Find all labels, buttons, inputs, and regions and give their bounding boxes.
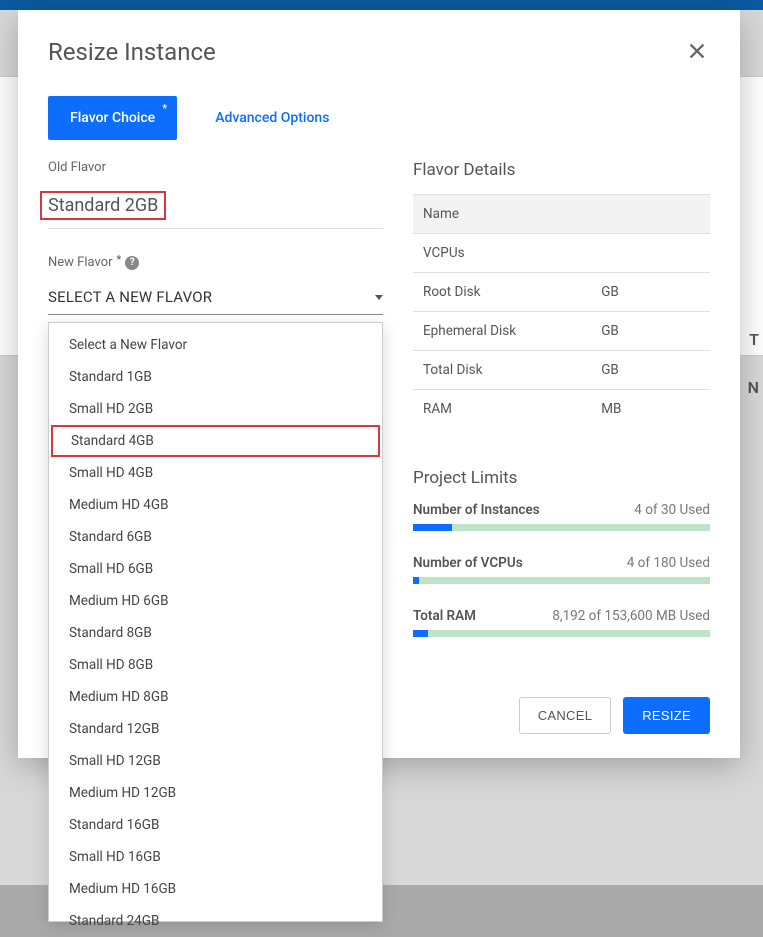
details-label: VCPUs xyxy=(413,234,591,273)
new-flavor-label: New Flavor * ? xyxy=(48,255,383,270)
modal-footer: CANCEL RESIZE xyxy=(413,697,710,734)
tab-advanced-options[interactable]: Advanced Options xyxy=(193,96,351,140)
project-limits-section: Project Limits Number of Instances 4 of 3… xyxy=(413,468,710,637)
dropdown-item[interactable]: Small HD 6GB xyxy=(49,553,382,585)
dropdown-item[interactable]: Medium HD 8GB xyxy=(49,681,382,713)
dropdown-item[interactable]: Standard 8GB xyxy=(49,617,382,649)
details-value: GB xyxy=(591,312,710,351)
limit-usage: 4 of 30 Used xyxy=(634,502,710,518)
details-label: Total Disk xyxy=(413,351,591,390)
dropdown-item[interactable]: Small HD 2GB xyxy=(49,393,382,425)
limit-row: Number of VCPUs 4 of 180 Used xyxy=(413,555,710,584)
limit-row: Total RAM 8,192 of 153,600 MB Used xyxy=(413,608,710,637)
details-value: GB xyxy=(591,273,710,312)
progress-bar-fill xyxy=(413,630,428,637)
project-limits-heading: Project Limits xyxy=(413,468,710,488)
help-icon[interactable]: ? xyxy=(125,256,139,270)
dropdown-item[interactable]: Standard 6GB xyxy=(49,521,382,553)
background-column-header: T xyxy=(749,330,759,349)
select-placeholder-text: SELECT A NEW FLAVOR xyxy=(48,288,212,306)
dropdown-item[interactable]: Medium HD 12GB xyxy=(49,777,382,809)
details-row: VCPUs xyxy=(413,234,710,273)
details-value: GB xyxy=(591,351,710,390)
progress-bar xyxy=(413,524,710,531)
details-column: Flavor Details NameVCPUsRoot DiskGBEphem… xyxy=(413,160,710,734)
close-button[interactable] xyxy=(684,38,710,68)
tab-flavor-choice[interactable]: Flavor Choice * xyxy=(48,96,177,140)
limit-usage: 8,192 of 153,600 MB Used xyxy=(552,608,710,624)
dropdown-item[interactable]: Standard 16GB xyxy=(49,809,382,841)
app-top-bar xyxy=(0,0,763,10)
limit-row: Number of Instances 4 of 30 Used xyxy=(413,502,710,531)
details-label: RAM xyxy=(413,390,591,429)
background-column-header: N xyxy=(748,378,759,397)
progress-bar-fill xyxy=(413,577,419,584)
tab-bar: Flavor Choice * Advanced Options xyxy=(48,96,710,140)
required-asterisk-icon: * xyxy=(162,102,167,115)
close-icon xyxy=(686,40,708,62)
details-row: Name xyxy=(413,195,710,234)
dropdown-item[interactable]: Standard 1GB xyxy=(49,361,382,393)
details-row: RAMMB xyxy=(413,390,710,429)
dropdown-item[interactable]: Small HD 8GB xyxy=(49,649,382,681)
limit-label: Number of VCPUs xyxy=(413,555,523,571)
details-label: Name xyxy=(413,195,591,234)
details-label: Ephemeral Disk xyxy=(413,312,591,351)
dropdown-item[interactable]: Standard 12GB xyxy=(49,713,382,745)
dropdown-item[interactable]: Select a New Flavor xyxy=(49,323,382,361)
details-row: Ephemeral DiskGB xyxy=(413,312,710,351)
tab-label: Flavor Choice xyxy=(70,110,155,126)
cancel-button[interactable]: CANCEL xyxy=(519,697,612,734)
old-flavor-highlight: Standard 2GB xyxy=(40,191,166,220)
resize-button[interactable]: RESIZE xyxy=(623,697,710,734)
details-label: Root Disk xyxy=(413,273,591,312)
limit-label: Number of Instances xyxy=(413,502,540,518)
dropdown-item[interactable]: Small HD 4GB xyxy=(49,457,382,489)
field-label-text: New Flavor xyxy=(48,255,113,270)
dropdown-item[interactable]: Medium HD 16GB xyxy=(49,873,382,905)
progress-bar-fill xyxy=(413,524,452,531)
new-flavor-select[interactable]: SELECT A NEW FLAVOR xyxy=(48,278,383,315)
dropdown-item[interactable]: Small HD 16GB xyxy=(49,841,382,873)
dropdown-item[interactable]: Medium HD 6GB xyxy=(49,585,382,617)
new-flavor-dropdown[interactable]: Select a New FlavorStandard 1GBSmall HD … xyxy=(48,322,383,922)
progress-bar xyxy=(413,630,710,637)
details-row: Root DiskGB xyxy=(413,273,710,312)
tab-label: Advanced Options xyxy=(215,110,329,126)
flavor-details-heading: Flavor Details xyxy=(413,160,710,180)
caret-down-icon xyxy=(375,295,383,300)
details-value xyxy=(591,195,710,234)
flavor-details-table: NameVCPUsRoot DiskGBEphemeral DiskGBTota… xyxy=(413,194,710,428)
dropdown-item[interactable]: Standard 24GB xyxy=(49,905,382,937)
dropdown-item[interactable]: Small HD 12GB xyxy=(49,745,382,777)
details-value: MB xyxy=(591,390,710,429)
dropdown-item[interactable]: Medium HD 4GB xyxy=(49,489,382,521)
old-flavor-value: Standard 2GB xyxy=(48,183,383,229)
limit-usage: 4 of 180 Used xyxy=(627,555,710,571)
modal-title: Resize Instance xyxy=(48,38,216,66)
limit-label: Total RAM xyxy=(413,608,476,624)
details-row: Total DiskGB xyxy=(413,351,710,390)
progress-bar xyxy=(413,577,710,584)
dropdown-item[interactable]: Standard 4GB xyxy=(51,425,380,457)
required-asterisk-icon: * xyxy=(117,253,122,266)
resize-instance-modal: Resize Instance Flavor Choice * Advanced… xyxy=(18,10,740,758)
modal-header: Resize Instance xyxy=(48,38,710,68)
old-flavor-label: Old Flavor xyxy=(48,160,383,175)
details-value xyxy=(591,234,710,273)
